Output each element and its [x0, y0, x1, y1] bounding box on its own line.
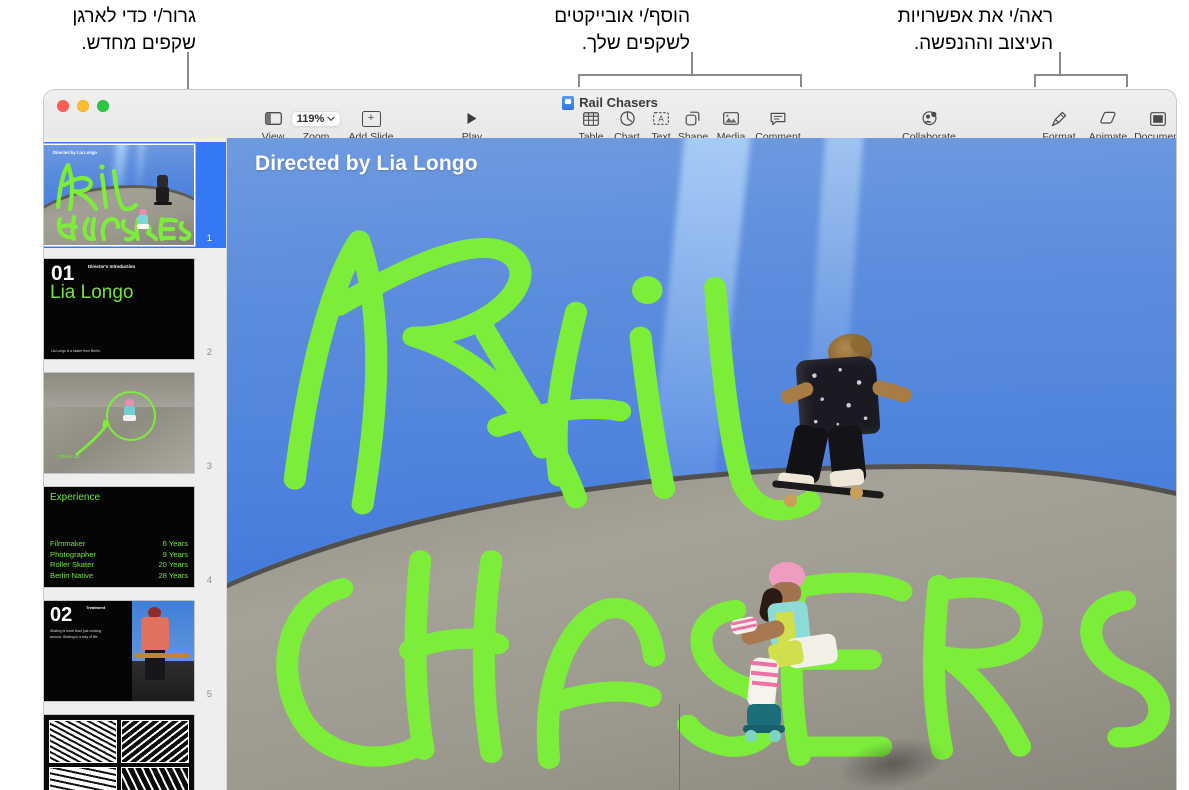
sidebar-icon — [264, 110, 282, 127]
slide-2-big-number: 01 — [51, 262, 75, 285]
format-brush-icon — [1051, 110, 1067, 127]
slide-thumbnail-4-number: 4 — [206, 575, 212, 586]
document-title: Rail Chasers — [44, 95, 1176, 110]
animate-diamond-icon — [1099, 110, 1117, 127]
slide-navigator[interactable]: Directed by Lia Longo 1 01 Director's In… — [44, 138, 227, 790]
callout-reorder-slides: גרור/י כדי לארגן שקפים מחדש. — [72, 6, 196, 54]
slide-thumbnail-6[interactable]: 6 — [44, 712, 226, 790]
slide-thumbnail-2-number: 2 — [206, 347, 212, 358]
slide-thumbnail-1-image[interactable]: Directed by Lia Longo — [44, 145, 194, 245]
document-title-text: Rail Chasers — [579, 95, 658, 110]
slide-2-name: Lia Longo — [50, 282, 134, 303]
chevron-down-icon — [327, 116, 335, 121]
slide-thumbnail-5-number: 5 — [206, 689, 212, 700]
callout-format-animate-leader — [1059, 52, 1061, 75]
skateboarder-figure — [771, 331, 920, 514]
slide-3-annotation: (This is Lia) — [58, 454, 80, 459]
slide-5-body: Skating is more than just cruising aroun… — [50, 629, 102, 639]
screenshot-root: גרור/י כדי לארגן שקפים מחדש. הוסף/י אובי… — [0, 0, 1189, 790]
table-row: Berlin Native 28 Years — [50, 571, 188, 581]
keynote-window: Rail Chasers View 119% Zoom + Add Slide … — [44, 90, 1176, 790]
slide-title[interactable]: Directed by Lia Longo — [255, 152, 478, 176]
toolbar: View 119% Zoom + Add Slide Play Table Ch… — [44, 110, 1176, 143]
table-row: Filmmaker 6 Years — [50, 538, 188, 548]
callout-format-animate: ראה/י את אפשרויות העיצוב וההנפשה. — [897, 6, 1053, 54]
slide-thumbnail-4[interactable]: Experience Filmmaker 6 Years Photographe… — [44, 484, 226, 590]
roller-skater-figure — [725, 562, 843, 742]
document-icon — [1150, 110, 1166, 127]
zoom-value: 119% — [296, 112, 325, 125]
window-titlebar: Rail Chasers View 119% Zoom + Add Slide … — [44, 90, 1176, 143]
slide-thumbnail-3-image[interactable]: (This is Lia) — [44, 373, 194, 473]
shape-icon — [685, 110, 701, 127]
slide-4-heading: Experience — [50, 492, 101, 503]
slide-thumbnail-5[interactable]: 02 Treatment Skating is more than just c… — [44, 598, 226, 704]
table-row: Photographer 9 Years — [50, 549, 188, 559]
slide-thumbnail-1-number: 1 — [206, 233, 212, 244]
plus-box-icon: + — [361, 110, 381, 127]
slide-2-eyebrow: Director's Introduction — [88, 264, 136, 269]
canvas-guide-line — [679, 704, 680, 790]
collaborate-person-icon — [921, 110, 938, 127]
table-row: Roller Skater 20 Years — [50, 560, 188, 570]
slide-4-rows: Filmmaker 6 Years Photographer 9 Years R… — [50, 539, 188, 582]
slide-thumbnail-2-image[interactable]: 01 Director's Introduction Lia Longo Lia… — [44, 259, 194, 359]
media-image-icon — [723, 110, 739, 127]
keynote-document-icon — [562, 95, 575, 110]
slide-thumbnail-3[interactable]: (This is Lia) 3 — [44, 370, 226, 476]
slide-thumbnail-5-image[interactable]: 02 Treatment Skating is more than just c… — [44, 601, 194, 701]
slide-thumbnail-3-number: 3 — [206, 461, 212, 472]
slide-thumbnail-1[interactable]: Directed by Lia Longo 1 — [44, 142, 226, 248]
play-triangle-icon — [466, 110, 478, 127]
zoom-value-pill[interactable]: 119% — [290, 110, 342, 127]
slide-2-body: Lia Longo is a skater from Berlin. — [51, 348, 101, 353]
slide-thumbnail-1-title: Directed by Lia Longo — [53, 150, 97, 155]
slide-5-eyebrow: Treatment — [86, 605, 106, 610]
slide-graffiti-artwork[interactable] — [227, 138, 1176, 790]
callout-add-objects-bracket — [578, 74, 802, 87]
comment-bubble-icon — [770, 110, 786, 127]
slide-canvas[interactable]: Directed by Lia Longo — [227, 138, 1176, 790]
window-content: Directed by Lia Longo 1 01 Director's In… — [44, 138, 1176, 790]
table-icon — [583, 110, 599, 127]
slide-5-big-number: 02 — [50, 604, 73, 626]
slide-thumbnail-6-image[interactable] — [44, 715, 194, 790]
slide-thumbnail-2[interactable]: 01 Director's Introduction Lia Longo Lia… — [44, 256, 226, 362]
callout-add-objects-leader — [691, 52, 693, 75]
callout-add-objects: הוסף/י אובייקטים לשקפים שלך. — [554, 6, 690, 54]
callout-format-animate-bracket — [1034, 74, 1128, 87]
current-slide[interactable]: Directed by Lia Longo — [227, 138, 1176, 790]
slide-thumbnail-4-image[interactable]: Experience Filmmaker 6 Years Photographe… — [44, 487, 194, 587]
